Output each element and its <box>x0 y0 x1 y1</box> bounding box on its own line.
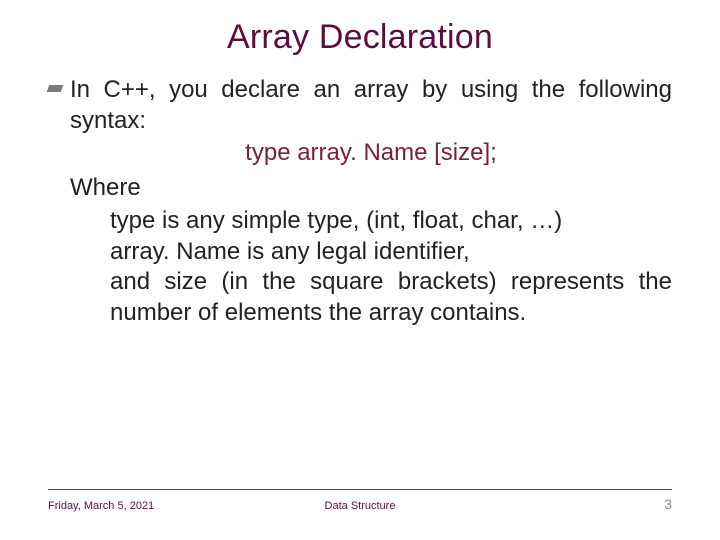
where-details: type is any simple type, (int, float, ch… <box>70 206 672 329</box>
footer: Friday, March 5, 2021 Data Structure 3 <box>0 489 720 512</box>
bullet-icon <box>47 85 64 92</box>
footer-date: Friday, March 5, 2021 <box>48 500 256 512</box>
footer-page: 3 <box>464 496 672 512</box>
intro-text: In C++, you declare an array by using th… <box>70 75 672 136</box>
page-title: Array Declaration <box>48 18 672 57</box>
where-label: Where <box>70 173 672 204</box>
syntax-line: type array. Name [size]; <box>70 138 672 169</box>
footer-center: Data Structure <box>256 500 464 512</box>
detail-type: type is any simple type, (int, float, ch… <box>110 206 672 237</box>
body-content: In C++, you declare an array by using th… <box>48 75 672 329</box>
footer-divider <box>48 489 672 490</box>
detail-size: and size (in the square brackets) repres… <box>110 267 672 328</box>
bullet-block: In C++, you declare an array by using th… <box>70 75 672 329</box>
detail-name: array. Name is any legal identifier, <box>110 237 672 268</box>
slide: Array Declaration In C++, you declare an… <box>0 0 720 540</box>
footer-row: Friday, March 5, 2021 Data Structure 3 <box>48 496 672 512</box>
